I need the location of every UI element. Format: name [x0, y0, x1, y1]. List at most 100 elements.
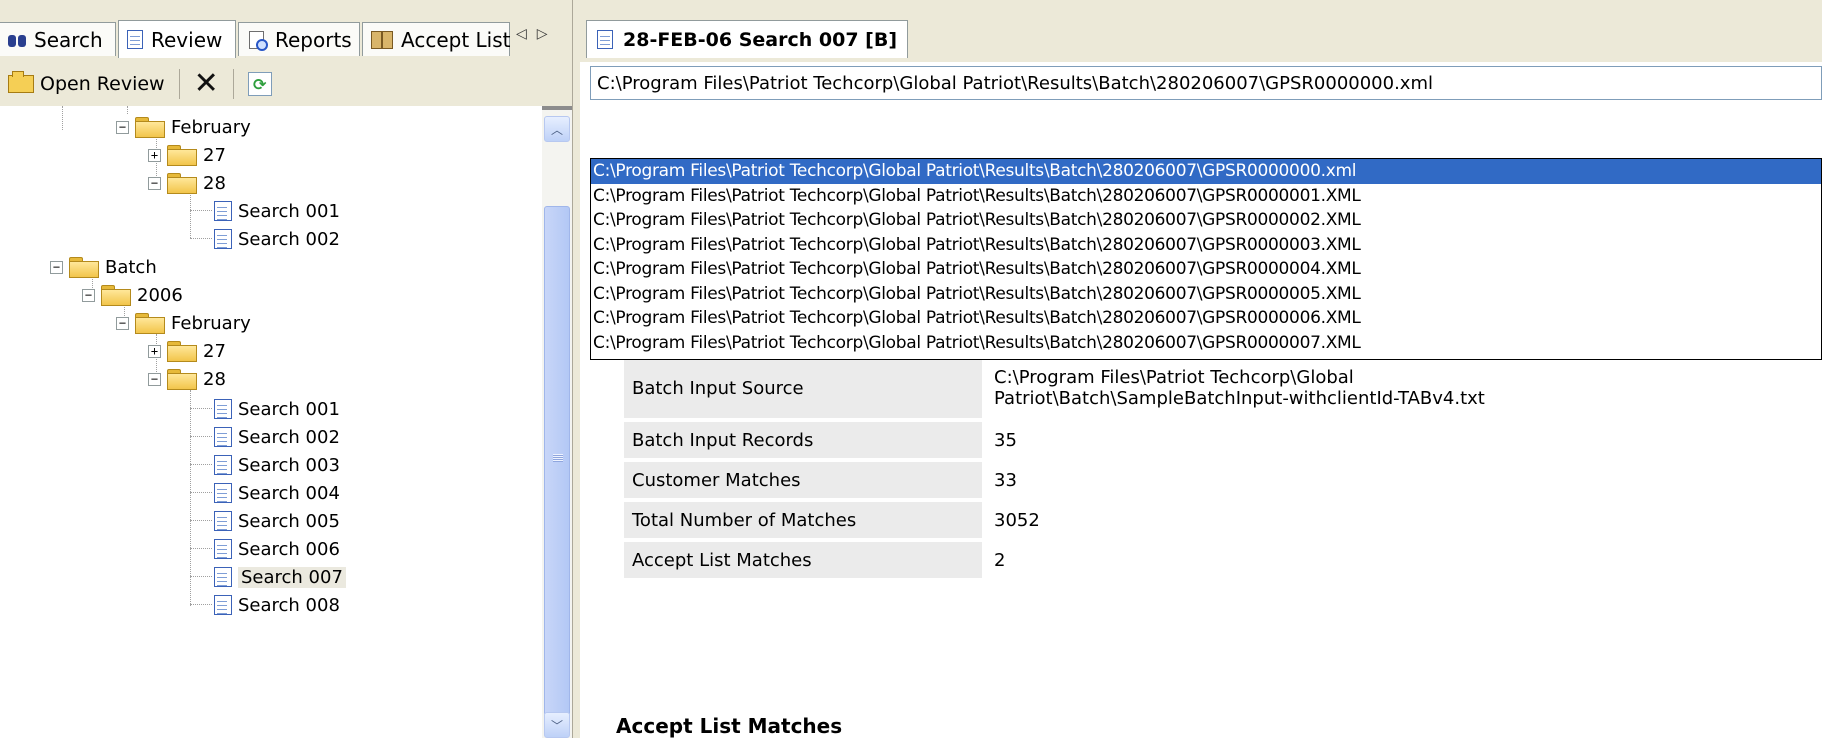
- summary-key-cell: Batch Input Source: [624, 358, 982, 418]
- open-folder-icon: [8, 71, 34, 93]
- close-icon: ✕: [193, 66, 219, 101]
- collapse-icon[interactable]: −: [50, 260, 63, 274]
- document-tab-title: 28-FEB-06 Search 007 [B]: [623, 28, 897, 51]
- tree-connector: [190, 210, 212, 211]
- document-icon: [214, 399, 232, 419]
- dropdown-option[interactable]: C:\Program Files\Patriot Techcorp\Global…: [591, 233, 1821, 258]
- tab-scroll-right-icon[interactable]: ▷: [537, 26, 558, 42]
- table-row: Accept List Matches 2: [624, 542, 1602, 578]
- dropdown-option[interactable]: C:\Program Files\Patriot Techcorp\Global…: [591, 331, 1821, 356]
- chevron-up-icon: ︿: [550, 122, 563, 137]
- refresh-icon: ⟳: [247, 72, 272, 96]
- dropdown-option[interactable]: C:\Program Files\Patriot Techcorp\Global…: [591, 208, 1821, 233]
- tab-document-search-007[interactable]: 28-FEB-06 Search 007 [B]: [586, 20, 908, 58]
- tree-connector: [190, 464, 212, 465]
- report-icon: [247, 30, 268, 51]
- tab-accept-list[interactable]: Accept List: [362, 22, 510, 56]
- table-row: Batch Input Source C:\Program Files\Patr…: [624, 358, 1602, 418]
- review-tree[interactable]: − February + 27 − 28 Search 001 Search 0…: [0, 106, 542, 738]
- folder-icon: [167, 173, 197, 194]
- tree-node-label: February: [171, 312, 251, 334]
- collapse-icon[interactable]: −: [82, 288, 95, 302]
- results-file-combo[interactable]: C:\Program Files\Patriot Techcorp\Global…: [590, 66, 1822, 100]
- document-icon: [214, 567, 232, 587]
- tree-node-search[interactable]: Search 001: [214, 396, 340, 422]
- chevron-down-icon: ﹀: [550, 718, 563, 733]
- collapse-icon[interactable]: −: [116, 316, 129, 330]
- tree-node-folder[interactable]: − Batch: [50, 254, 157, 280]
- tree-node-folder[interactable]: − 28: [148, 170, 226, 196]
- tree-node-label: Search 004: [238, 482, 340, 504]
- table-row: Batch Input Records 35: [624, 422, 1602, 458]
- scroll-down-button[interactable]: ﹀: [544, 712, 570, 738]
- table-row: Customer Matches 33: [624, 462, 1602, 498]
- dropdown-option[interactable]: C:\Program Files\Patriot Techcorp\Global…: [591, 257, 1821, 282]
- tab-scroll-arrows: ◁▷: [516, 26, 558, 42]
- tree-node-label: Batch: [105, 256, 157, 278]
- document-icon: [214, 511, 232, 531]
- expand-icon[interactable]: +: [148, 344, 161, 358]
- tree-node-search[interactable]: Search 008: [214, 592, 340, 618]
- tab-label: Search: [34, 27, 103, 52]
- tree-node-search[interactable]: Search 005: [214, 508, 340, 534]
- tree-node-search[interactable]: Search 002: [214, 226, 340, 252]
- delete-button[interactable]: ✕: [186, 66, 227, 102]
- collapse-icon[interactable]: −: [148, 176, 161, 190]
- tab-scroll-left-icon[interactable]: ◁: [516, 26, 537, 42]
- tree-node-search[interactable]: Search 001: [214, 198, 340, 224]
- document-icon: [214, 455, 232, 475]
- collapse-icon[interactable]: −: [116, 120, 129, 134]
- tree-node-label: Search 003: [238, 454, 340, 476]
- summary-key-cell: Total Number of Matches: [624, 502, 982, 538]
- tree-node-label: Search 008: [238, 594, 340, 616]
- tree-node-folder[interactable]: − 2006: [82, 282, 183, 308]
- table-row: Total Number of Matches 3052: [624, 502, 1602, 538]
- tree-connector: [190, 520, 212, 521]
- tree-node-label: 27: [203, 340, 226, 362]
- tab-reports[interactable]: Reports: [238, 22, 360, 56]
- toolbar-separator: [178, 69, 180, 99]
- tab-search[interactable]: Search: [0, 22, 116, 56]
- tree-connector: [190, 390, 191, 606]
- tree-node-folder[interactable]: + 27: [148, 142, 226, 168]
- tree-connector: [190, 604, 212, 605]
- tab-review[interactable]: Review: [118, 20, 236, 58]
- dropdown-option[interactable]: C:\Program Files\Patriot Techcorp\Global…: [591, 184, 1821, 209]
- summary-key-cell: Batch Input Records: [624, 422, 982, 458]
- tree-node-folder[interactable]: − February: [116, 310, 251, 336]
- tab-label: Review: [151, 27, 223, 52]
- tab-label: Reports: [275, 27, 352, 52]
- dropdown-option[interactable]: C:\Program Files\Patriot Techcorp\Global…: [591, 282, 1821, 307]
- tree-node-folder[interactable]: − 28: [148, 366, 226, 392]
- dropdown-option[interactable]: C:\Program Files\Patriot Techcorp\Global…: [591, 306, 1821, 331]
- tree-node-label: 2006: [137, 284, 183, 306]
- tree-node-label: Search 002: [238, 426, 340, 448]
- tree-node-search[interactable]: Search 002: [214, 424, 340, 450]
- review-toolbar: Open Review ✕ ⟳: [0, 62, 580, 106]
- tree-connector: [190, 408, 212, 409]
- tab-label: Accept List: [401, 27, 511, 52]
- tree-scrollbar[interactable]: ︿ ﹀: [542, 110, 572, 738]
- collapse-icon[interactable]: −: [148, 372, 161, 386]
- folder-icon: [167, 369, 197, 390]
- refresh-button[interactable]: ⟳: [240, 66, 280, 102]
- scroll-thumb[interactable]: [544, 206, 570, 716]
- scroll-up-button[interactable]: ︿: [544, 116, 570, 142]
- tree-node-search[interactable]: Search 004: [214, 480, 340, 506]
- tree-connector: [190, 192, 191, 238]
- tree-node-folder[interactable]: + 27: [148, 338, 226, 364]
- dropdown-option[interactable]: C:\Program Files\Patriot Techcorp\Global…: [591, 159, 1821, 184]
- tree-node-search-selected[interactable]: Search 007: [214, 564, 346, 590]
- tree-node-label: February: [171, 116, 251, 138]
- tree-node-label: Search 002: [238, 228, 340, 250]
- tree-connector: [190, 576, 212, 577]
- document-icon: [214, 229, 232, 249]
- summary-value-cell: 33: [986, 462, 1602, 498]
- results-file-dropdown-list[interactable]: C:\Program Files\Patriot Techcorp\Global…: [590, 158, 1822, 360]
- tree-node-search[interactable]: Search 003: [214, 452, 340, 478]
- folder-icon: [167, 341, 197, 362]
- tree-node-search[interactable]: Search 006: [214, 536, 340, 562]
- expand-icon[interactable]: +: [148, 148, 161, 162]
- tree-node-folder[interactable]: − February: [116, 114, 251, 140]
- open-review-button[interactable]: Open Review: [0, 66, 173, 102]
